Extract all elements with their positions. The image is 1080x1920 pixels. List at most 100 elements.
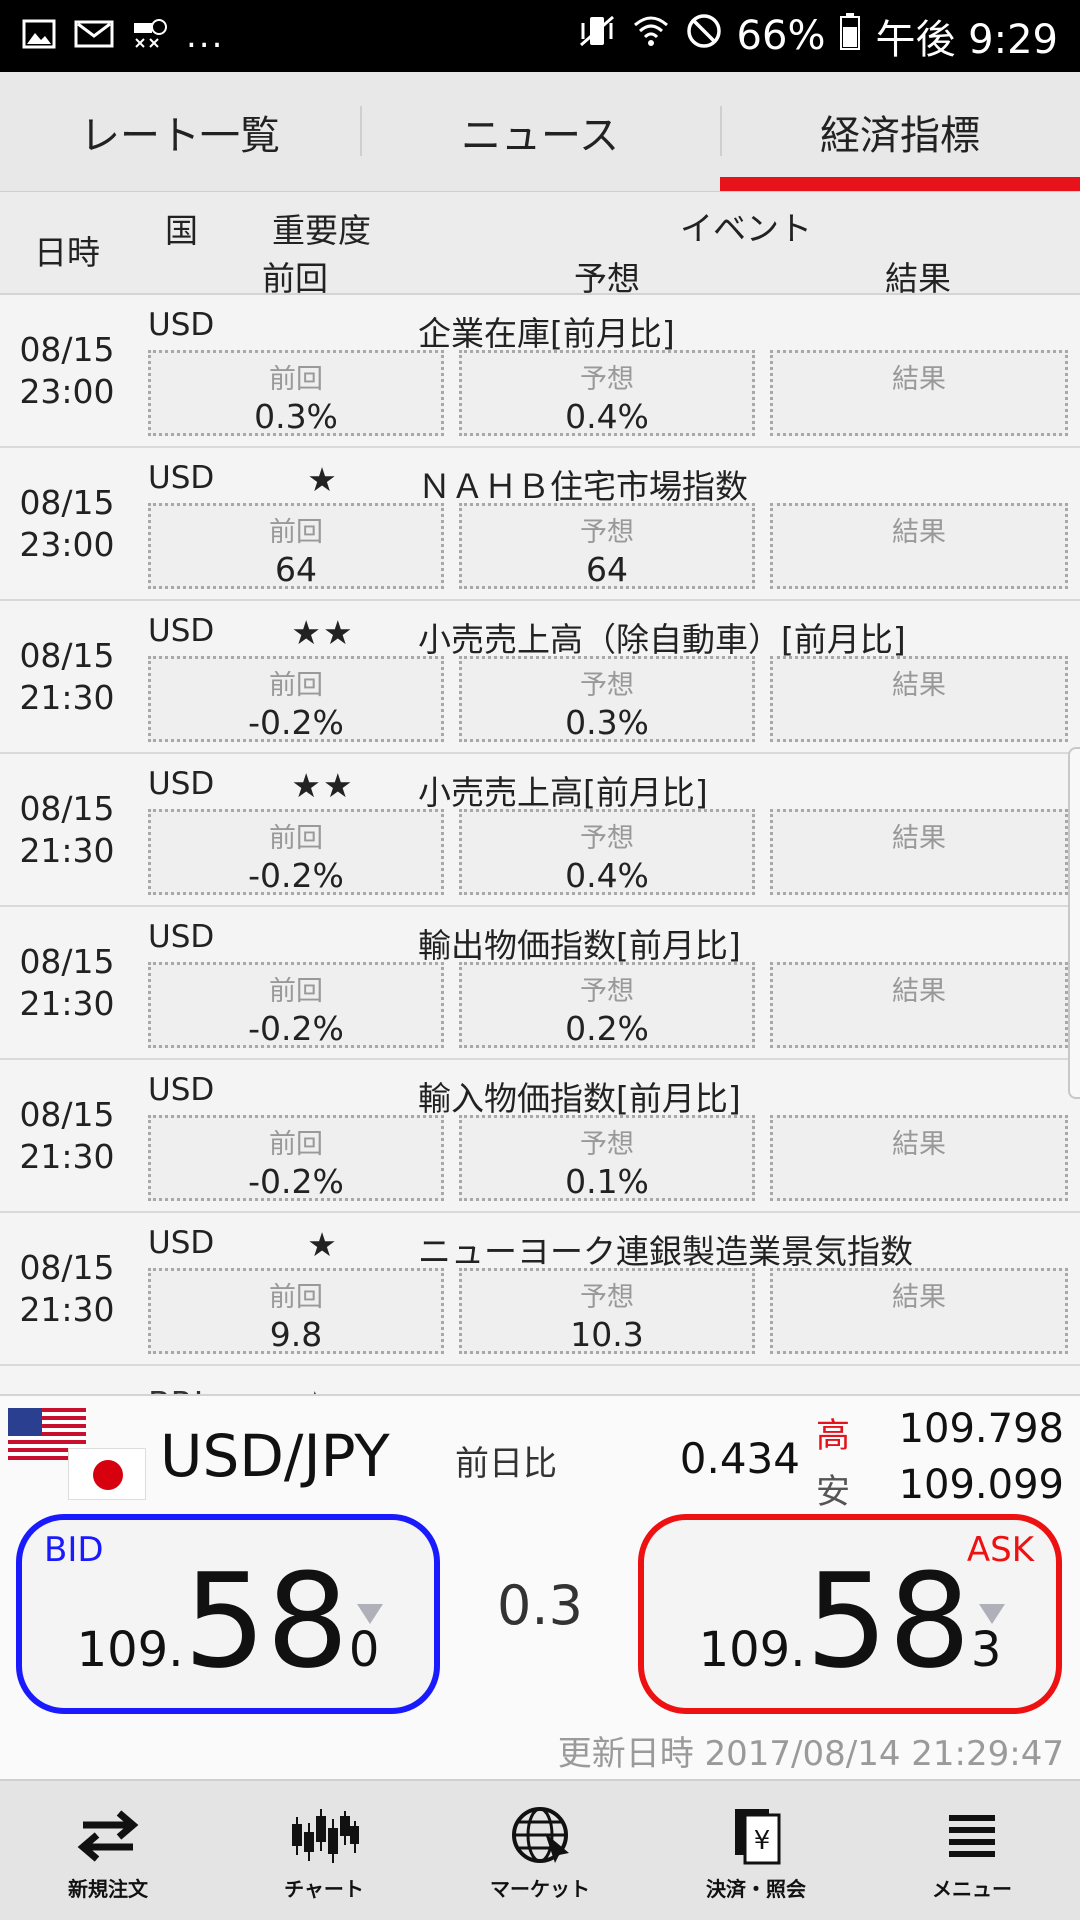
row-event: 輸出物価指数[前月比]	[418, 926, 741, 965]
change-value: 0.434	[679, 1434, 800, 1483]
row-date: 08/15	[19, 789, 115, 828]
ask-button[interactable]: ASK 109. 58 3	[638, 1514, 1062, 1714]
header-country: 国	[165, 211, 198, 250]
bottom-nav: 新規注文 チャート マーケット ¥ 決済・照会 メニュー	[0, 1779, 1080, 1920]
previous-label: 前回	[269, 670, 323, 701]
previous-box: 前回 -0.2%	[148, 809, 444, 895]
header-previous: 前回	[262, 259, 328, 298]
nav-settlement-inquiry[interactable]: ¥ 決済・照会	[648, 1781, 864, 1920]
updated-timestamp: 更新日時 2017/08/14 21:29:47	[558, 1726, 1064, 1775]
row-importance: ★	[307, 1225, 339, 1264]
app-root: ... 66% 午後 9:29 レート一覧 ニュース 経済指標 日時 国 重要度…	[0, 0, 1080, 1920]
previous-box: 前回 -0.2%	[148, 1115, 444, 1201]
row-date: 08/15	[19, 1095, 115, 1134]
row-date: 08/15	[19, 330, 115, 369]
gallery-icon	[22, 19, 56, 53]
result-box: 結果	[770, 656, 1068, 742]
nav-label: メニュー	[932, 1877, 1012, 1901]
row-time: 21:30	[19, 678, 115, 717]
bid-button[interactable]: BID 109. 58 0	[16, 1514, 440, 1714]
forecast-label: 予想	[580, 823, 634, 854]
tab-news[interactable]: ニュース	[360, 72, 720, 191]
list-item[interactable]: 08/15 23:00 USD ★ ＮＡＨＢ住宅市場指数 前回 64 予想 64 結果	[0, 448, 1080, 601]
header-forecast: 予想	[574, 259, 640, 298]
list-item[interactable]: 08/15 21:30 USD ★★ 小売売上高（除自動車）[前月比] 前回 -0.2% 予想…	[0, 601, 1080, 754]
nav-chart[interactable]: チャート	[216, 1781, 432, 1920]
forecast-value: 0.2%	[565, 1009, 649, 1048]
list-item[interactable]: 08/15 21:30 USD ★★ 小売売上高[前月比] 前回 -0.2% 予想 0.4% 結果	[0, 754, 1080, 907]
row-time: 21:30	[19, 1137, 115, 1176]
jp-flag-icon	[68, 1448, 146, 1500]
documents-yen-icon: ¥	[735, 1809, 781, 1865]
exchange-arrows-icon	[77, 1810, 139, 1862]
list-item[interactable]: 08/15 21:30 USD ★ ニューヨーク連銀製造業景気指数 前回 9.8 予想 10.3…	[0, 1213, 1080, 1366]
row-currency: USD	[148, 1072, 215, 1108]
row-currency: USD	[148, 613, 215, 649]
tab-rate-list[interactable]: レート一覧	[0, 72, 360, 191]
row-importance: ★★	[291, 613, 355, 652]
header-event: イベント	[680, 209, 812, 248]
bid-prefix: 109.	[76, 1622, 184, 1678]
header-datetime: 日時	[34, 233, 100, 272]
forecast-box: 予想 64	[459, 503, 755, 589]
list-item[interactable]: 08/15 21:30 USD 輸入物価指数[前月比] 前回 -0.2% 予想 0.1% 結果	[0, 1060, 1080, 1213]
previous-label: 前回	[269, 823, 323, 854]
payment-icon	[132, 17, 168, 55]
forecast-value: 0.3%	[565, 703, 649, 742]
row-importance: ★★	[291, 766, 355, 805]
more-notifications: ...	[186, 16, 225, 56]
low-label: 安	[816, 1472, 850, 1512]
result-label: 結果	[892, 364, 946, 395]
result-label: 結果	[892, 1282, 946, 1313]
rate-panel: USD/JPY 前日比 0.434 高 109.798 安 109.099 BI…	[0, 1394, 1080, 1779]
currency-pair[interactable]: USD/JPY	[160, 1422, 390, 1490]
forecast-box: 予想 0.3%	[459, 656, 755, 742]
forecast-box: 予想 0.4%	[459, 350, 755, 436]
row-currency: USD	[148, 460, 215, 496]
row-datetime: 08/15 23:00	[0, 482, 134, 566]
indicator-list[interactable]: 08/15 23:00 USD 企業在庫[前月比] 前回 0.3% 予想 0.4% 結果 08/1…	[0, 295, 1080, 1395]
row-event: 企業在庫[前月比]	[418, 314, 675, 353]
result-box: 結果	[770, 962, 1068, 1048]
list-scrollbar[interactable]	[1068, 747, 1080, 1099]
row-datetime: 08/15 23:00	[0, 329, 134, 413]
hamburger-menu-icon	[949, 1815, 995, 1857]
spread-value: 0.3	[497, 1574, 583, 1637]
forecast-label: 予想	[580, 517, 634, 548]
high-value: 109.798	[898, 1406, 1064, 1452]
row-currency: USD	[148, 1225, 215, 1261]
bid-pip: 0	[348, 1622, 380, 1678]
result-label: 結果	[892, 976, 946, 1007]
tab-economic-indicators[interactable]: 経済指標	[720, 72, 1080, 191]
previous-label: 前回	[269, 1129, 323, 1160]
forecast-box: 予想 0.4%	[459, 809, 755, 895]
previous-value: 0.3%	[254, 397, 338, 436]
forecast-box: 予想 10.3	[459, 1268, 755, 1354]
battery-icon	[839, 12, 861, 60]
previous-label: 前回	[269, 976, 323, 1007]
column-header: 日時 国 重要度 イベント 前回 予想 結果	[0, 192, 1080, 298]
previous-value: 64	[275, 550, 317, 589]
header-result: 結果	[885, 259, 951, 298]
row-date: 08/15	[19, 483, 115, 522]
previous-box: 前回 -0.2%	[148, 656, 444, 742]
list-item[interactable]: 08/15 21:30 USD 輸出物価指数[前月比] 前回 -0.2% 予想 0.2% 結果	[0, 907, 1080, 1060]
status-bar: ... 66% 午後 9:29	[0, 0, 1080, 72]
forecast-value: 10.3	[570, 1315, 644, 1354]
row-date: 08/15	[19, 1248, 115, 1287]
result-box: 結果	[770, 350, 1068, 436]
row-date: 08/15	[19, 636, 115, 675]
list-item[interactable]: 08/15 23:00 USD 企業在庫[前月比] 前回 0.3% 予想 0.4% 結果	[0, 295, 1080, 448]
change-label: 前日比	[455, 1444, 557, 1484]
forecast-box: 予想 0.1%	[459, 1115, 755, 1201]
row-event: ＮＡＨＢ住宅市場指数	[418, 467, 748, 506]
nav-new-order[interactable]: 新規注文	[0, 1781, 216, 1920]
list-item-partial[interactable]: BRL ★ 小売売上高指数[前年同月比]	[0, 1366, 1080, 1395]
row-currency: USD	[148, 307, 215, 343]
previous-box: 前回 -0.2%	[148, 962, 444, 1048]
ask-pip: 3	[970, 1622, 1002, 1678]
row-time: 23:00	[19, 372, 115, 411]
previous-box: 前回 0.3%	[148, 350, 444, 436]
nav-menu[interactable]: メニュー	[864, 1781, 1080, 1920]
nav-market[interactable]: マーケット	[432, 1781, 648, 1920]
